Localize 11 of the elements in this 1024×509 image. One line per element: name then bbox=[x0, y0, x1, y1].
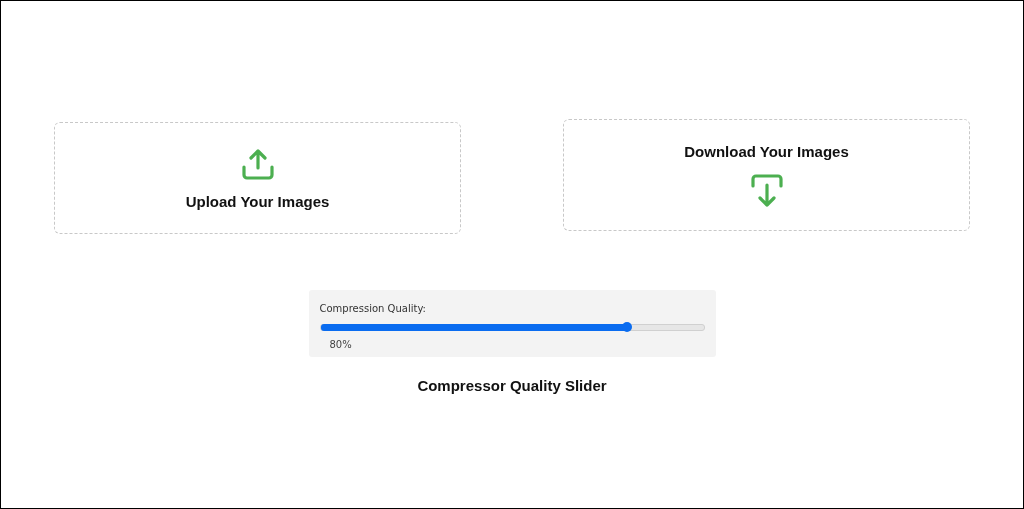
download-area[interactable]: Download Your Images bbox=[563, 119, 970, 231]
quality-slider[interactable] bbox=[319, 324, 705, 331]
slider-value: 80% bbox=[329, 339, 352, 350]
upload-icon bbox=[240, 146, 275, 181]
card-title: Download Your Images bbox=[684, 142, 849, 160]
upload-dropzone[interactable]: Upload Your Images bbox=[54, 122, 461, 234]
caption: Compressor Quality Slider bbox=[417, 377, 607, 394]
card-title: Upload Your Images bbox=[185, 192, 330, 210]
slider-thumb[interactable] bbox=[621, 322, 632, 332]
slider-label: Compression Quality: bbox=[319, 303, 426, 314]
download-icon bbox=[749, 173, 784, 208]
